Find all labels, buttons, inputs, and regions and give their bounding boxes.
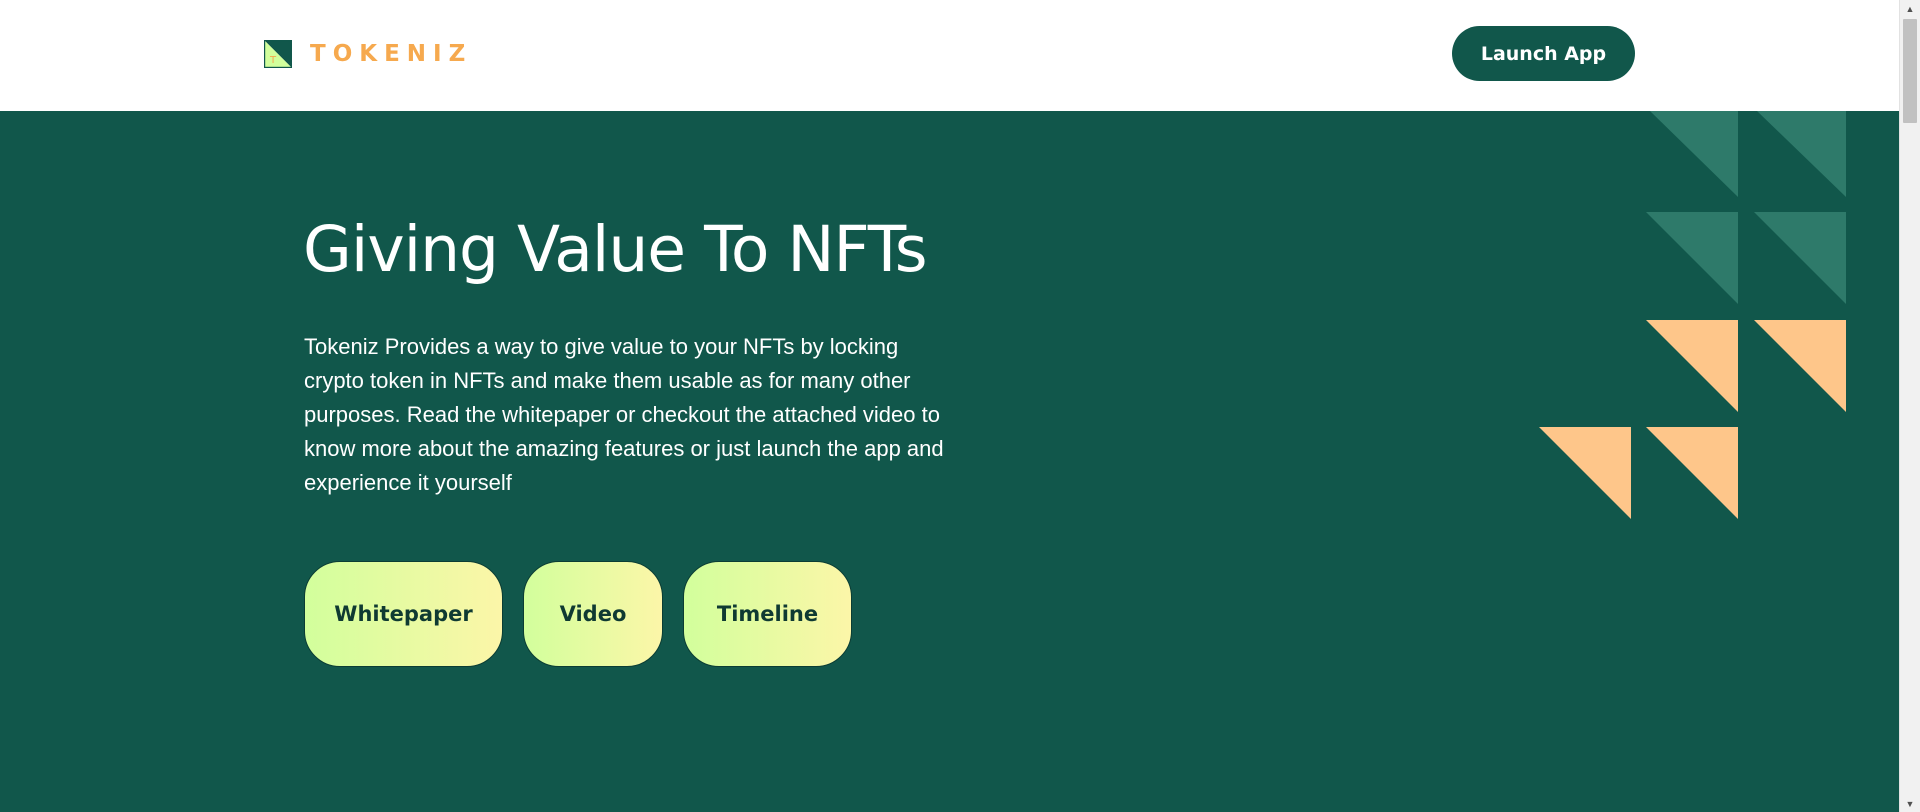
decor-triangle-teal-4 <box>1754 212 1846 304</box>
hero-title: Giving Value To NFTs <box>303 213 928 286</box>
launch-app-button[interactable]: Launch App <box>1452 26 1635 81</box>
svg-text:T: T <box>269 55 277 66</box>
decor-triangle-peach-1 <box>1646 320 1738 412</box>
brand[interactable]: T TOKENIZ <box>264 40 472 68</box>
tokeniz-logo-icon: T <box>264 40 292 68</box>
decor-triangle-teal-1 <box>1650 111 1738 197</box>
whitepaper-button[interactable]: Whitepaper <box>304 561 503 667</box>
scrollbar-thumb[interactable] <box>1903 19 1917 123</box>
vertical-scrollbar[interactable]: ▲ ▼ <box>1899 0 1920 812</box>
scroll-down-arrow-icon[interactable]: ▼ <box>1900 795 1920 812</box>
decor-triangle-peach-2 <box>1754 320 1846 412</box>
decorative-triangles <box>1539 111 1846 519</box>
video-button[interactable]: Video <box>523 561 663 667</box>
decor-triangle-peach-3 <box>1539 427 1631 519</box>
decor-triangle-teal-3 <box>1646 212 1738 304</box>
decor-triangle-teal-2 <box>1757 111 1846 197</box>
hero-section: Giving Value To NFTs Tokeniz Provides a … <box>0 111 1899 812</box>
scroll-up-arrow-icon[interactable]: ▲ <box>1900 0 1920 17</box>
hero-description: Tokeniz Provides a way to give value to … <box>304 334 944 495</box>
brand-name: TOKENIZ <box>310 41 473 67</box>
site-header: T TOKENIZ Launch App <box>0 0 1899 111</box>
hero-button-row: Whitepaper Video Timeline <box>304 561 852 667</box>
decor-triangle-peach-4 <box>1646 427 1738 519</box>
page: T TOKENIZ Launch App Giving Value To NFT… <box>0 0 1920 812</box>
timeline-button[interactable]: Timeline <box>683 561 852 667</box>
